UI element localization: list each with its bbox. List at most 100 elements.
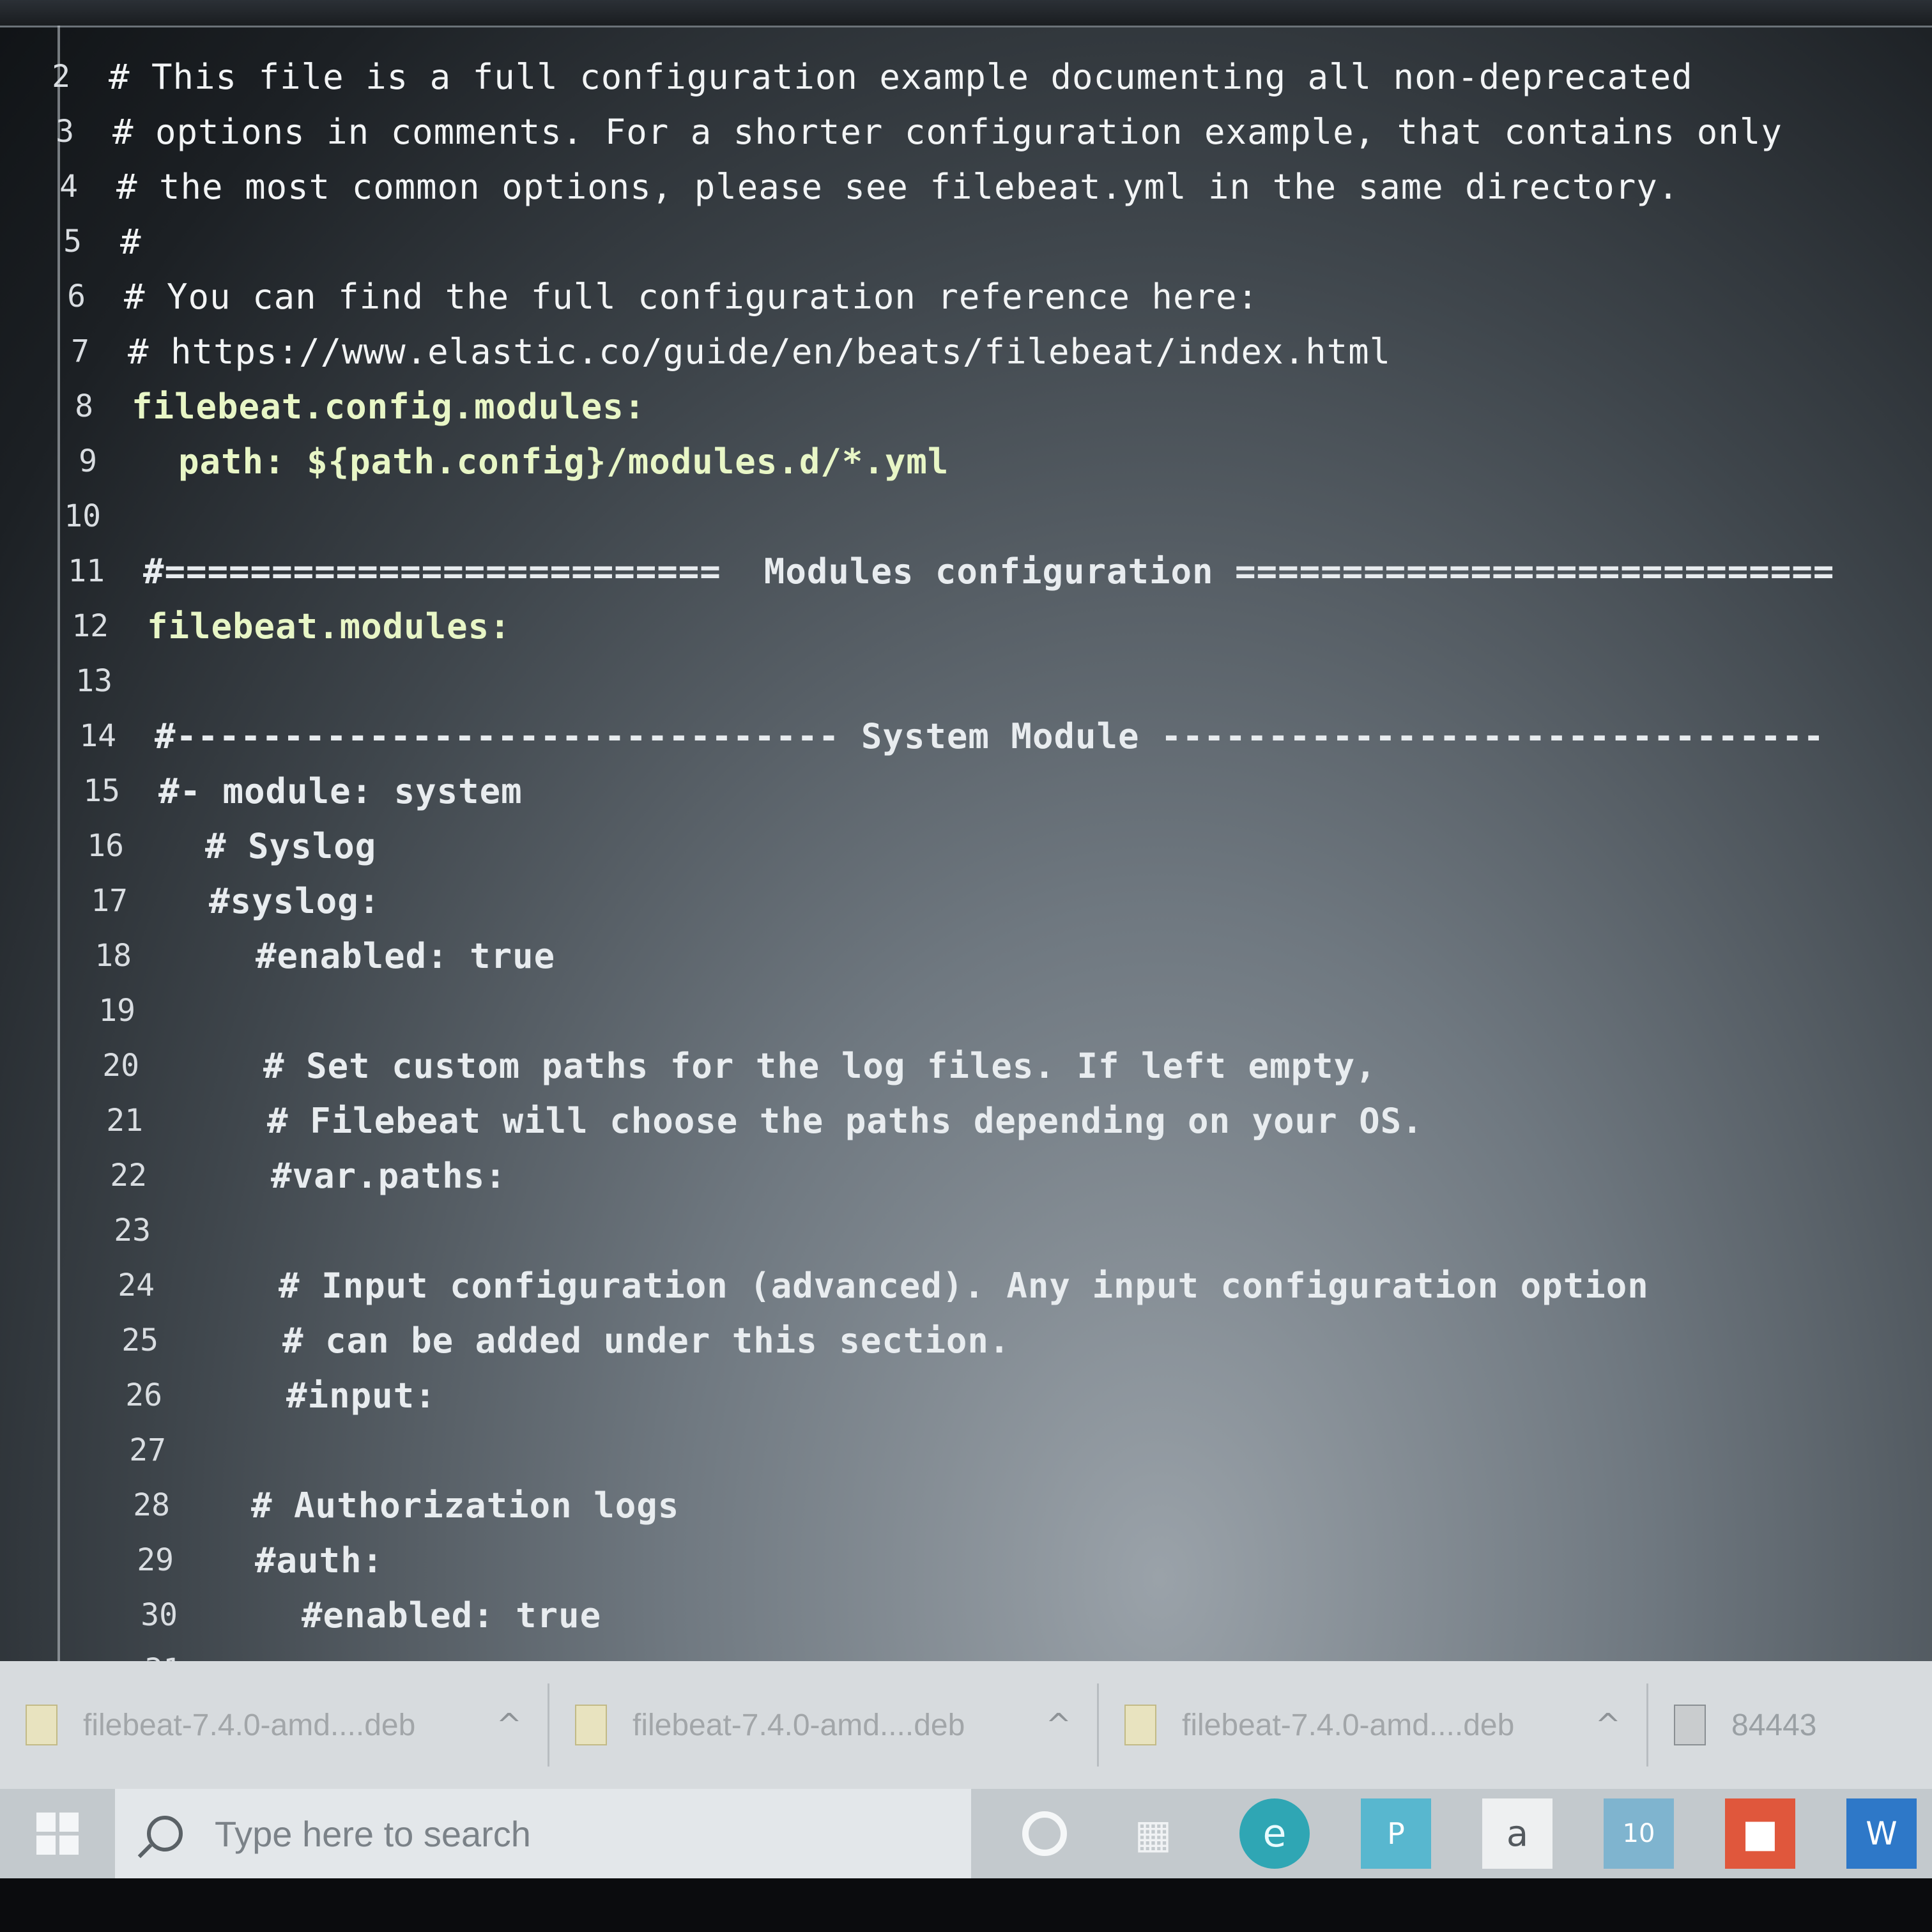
line-number: 5 [63,224,82,259]
windows-start-icon [36,1813,79,1855]
line-number: 17 [91,883,128,919]
code-line[interactable]: 28 # Authorization logs [100,1476,1932,1534]
line-number: 7 [71,334,89,369]
code-line[interactable]: 23 [80,1202,1932,1259]
code-line[interactable]: 27 [96,1422,1932,1479]
code-line[interactable]: 19 [65,982,1932,1039]
line-number: 20 [102,1048,139,1084]
download-filename: filebeat-7.4.0-amd....deb [632,1708,965,1742]
code-text: #enabled: true [216,1595,602,1636]
line-number: 6 [67,279,86,314]
code-line[interactable]: 29 #auth: [103,1531,1932,1589]
line-number: 15 [83,773,120,809]
line-number: 22 [110,1158,147,1193]
publisher-icon[interactable]: P [1361,1798,1431,1869]
code-text: filebeat.config.modules: [132,386,646,427]
line-number: 27 [129,1432,166,1468]
line-number: 12 [72,608,109,644]
code-text: #input: [201,1375,436,1416]
code-text: #auth: [212,1540,384,1581]
code-line[interactable]: 16 # Syslog [54,817,1932,875]
code-text: #------------------------------- System … [155,716,1825,756]
code-text: # Filebeat will choose the paths dependi… [181,1100,1423,1141]
line-number: 16 [87,828,124,864]
line-number: 31 [111,1652,181,1661]
line-number: 29 [137,1542,174,1578]
code-line[interactable]: 5 # [12,213,1932,270]
code-line[interactable]: 13 [42,652,1932,710]
code-text: # Input configuration (advanced). Any in… [193,1265,1649,1306]
download-item[interactable]: 84443 [1648,1705,1816,1745]
code-line[interactable]: 21 # Filebeat will choose the paths depe… [73,1092,1932,1149]
screen-bezel [0,1878,1932,1932]
download-item[interactable]: filebeat-7.4.0-amd....deb ^ [0,1683,549,1767]
word-icon[interactable]: W [1846,1798,1917,1869]
download-item[interactable]: filebeat-7.4.0-amd....deb ^ [1099,1683,1648,1767]
code-line[interactable]: 11 #========================== Modules co… [34,542,1932,600]
code-text: # options in comments. For a shorter con… [112,111,1782,152]
line-number: 26 [125,1377,162,1413]
line-number: 13 [75,663,112,699]
code-line[interactable]: 30 #enabled: true [107,1586,1932,1644]
code-editor[interactable]: 2 # This file is a full configuration exa… [0,0,1932,1661]
taskbar-search-box[interactable]: Type here to search [115,1789,971,1878]
chevron-up-icon[interactable]: ^ [1046,1707,1071,1743]
code-text: #enabled: true [170,935,556,976]
download-filename: filebeat-7.4.0-amd....deb [83,1708,416,1742]
file-icon [575,1705,607,1745]
downloads-bar: filebeat-7.4.0-amd....deb ^ filebeat-7.4… [0,1661,1932,1789]
line-number: 11 [68,553,105,589]
line-number: 30 [141,1597,178,1633]
amazon-icon[interactable]: a [1482,1798,1552,1869]
code-line[interactable]: 22 #var.paths: [77,1147,1932,1204]
line-number: 3 [56,114,74,150]
line-number: 21 [106,1103,143,1138]
editor-top-border [0,0,1932,27]
file-icon [1674,1705,1706,1745]
mail-badge: 10 [1622,1819,1655,1848]
search-icon [147,1816,183,1851]
cortana-icon[interactable] [1022,1811,1067,1856]
code-text: # Authorization logs [208,1485,680,1526]
file-icon [1124,1705,1156,1745]
code-text: # [120,221,142,262]
code-line[interactable]: 17 #syslog: [57,872,1932,930]
chevron-up-icon[interactable]: ^ [496,1707,522,1743]
code-line[interactable]: 18 #enabled: true [61,927,1932,985]
code-line[interactable]: 4 # the most common options, please see f… [8,158,1932,215]
line-number: 14 [79,718,116,754]
chevron-up-icon[interactable]: ^ [1595,1707,1621,1743]
code-line[interactable]: 8 filebeat.config.modules: [23,378,1932,435]
edge-icon[interactable]: e [1239,1798,1310,1869]
code-line[interactable]: 26 #input: [92,1367,1932,1424]
code-line[interactable]: 9 path: ${path.config}/modules.d/*.yml [27,433,1932,490]
line-number: 8 [75,388,93,424]
code-line[interactable]: 14 #------------------------------- Syste… [46,707,1932,765]
code-line[interactable]: 2 # This file is a full configuration exa… [0,48,1932,105]
line-number: 4 [59,169,78,204]
taskbar: Type here to search ▦ e P a 10 ■ W [0,1789,1932,1878]
code-line[interactable]: 6 # You can find the full configuration r… [15,268,1932,325]
code-line[interactable]: 31 [111,1641,1932,1661]
search-placeholder: Type here to search [215,1813,531,1854]
code-text: # You can find the full configuration re… [124,276,1259,317]
mail-icon[interactable]: 10 [1604,1798,1674,1869]
code-line[interactable]: 12 filebeat.modules: [38,597,1932,655]
office-icon[interactable]: ■ [1725,1798,1795,1869]
start-button[interactable] [0,1789,115,1878]
code-line[interactable]: 25 # can be added under this section. [88,1312,1932,1369]
task-view-icon[interactable]: ▦ [1118,1798,1188,1869]
code-line[interactable]: 24 # Input configuration (advanced). Any… [84,1257,1932,1314]
code-text: # https://www.elastic.co/guide/en/beats/… [128,331,1392,372]
line-number: 18 [95,938,132,974]
code-line[interactable]: 15 #- module: system [50,762,1932,820]
code-line[interactable]: 10 [31,487,1932,545]
code-line[interactable]: 7 # https://www.elastic.co/guide/en/beats… [19,323,1932,380]
code-text: # This file is a full configuration exam… [109,56,1693,97]
line-number: 24 [118,1268,155,1303]
code-text: # the most common options, please see fi… [116,166,1680,207]
code-line[interactable]: 3 # options in comments. For a shorter co… [4,103,1932,160]
code-text: #- module: system [158,770,523,811]
download-item[interactable]: filebeat-7.4.0-amd....deb ^ [549,1683,1099,1767]
code-line[interactable]: 20 # Set custom paths for the log files.… [69,1037,1932,1094]
